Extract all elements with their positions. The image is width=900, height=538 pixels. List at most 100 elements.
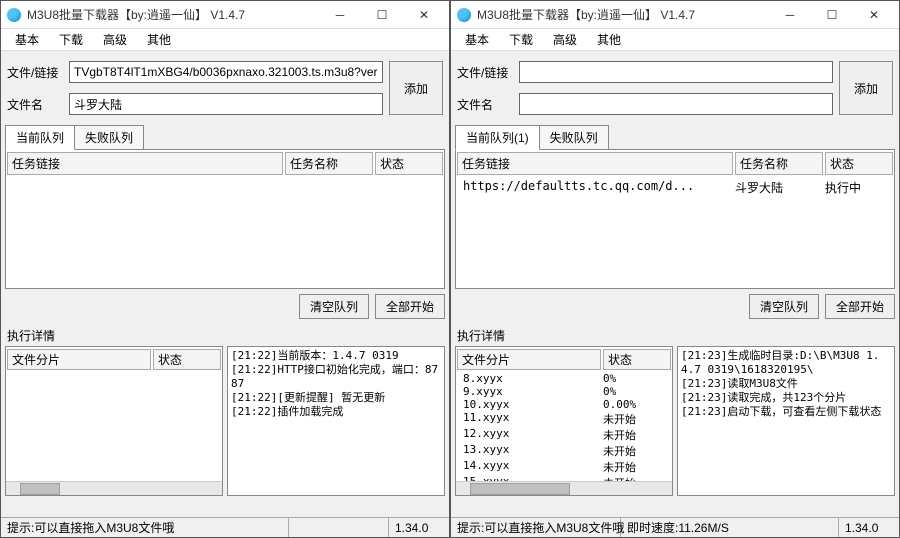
parts-cell-name: 12.xyyx [459, 427, 599, 443]
parts-row[interactable]: 13.xyyx未开始 [459, 443, 669, 459]
detail-panel: 文件分片 状态 [21:22]当前版本：1.4.7 0319 [21:22]HT… [5, 346, 445, 496]
window-title: M3U8批量下载器【by:逍遥一仙】 V1.4.7 [477, 6, 769, 23]
queue-body [6, 177, 444, 288]
horizontal-scrollbar[interactable] [456, 481, 672, 495]
add-button[interactable]: 添加 [839, 61, 893, 115]
parts-row[interactable]: 11.xyyx未开始 [459, 411, 669, 427]
label-file-name: 文件名 [457, 96, 513, 113]
statusbar: 提示:可以直接拖入M3U8文件哦 1.34.0 [1, 517, 449, 537]
menu-download[interactable]: 下载 [499, 29, 543, 50]
window-left: M3U8批量下载器【by:逍遥一仙】 V1.4.7 ─ ☐ ✕ 基本 下载 高级… [0, 0, 450, 538]
start-all-button[interactable]: 全部开始 [825, 294, 895, 319]
parts-cell-name: 8.xyyx [459, 372, 599, 385]
close-button[interactable]: ✕ [853, 2, 895, 28]
clear-queue-button[interactable]: 清空队列 [749, 294, 819, 319]
app-icon [457, 8, 471, 22]
close-button[interactable]: ✕ [403, 2, 445, 28]
url-input[interactable] [519, 61, 833, 83]
label-file-name: 文件名 [7, 96, 63, 113]
start-all-button[interactable]: 全部开始 [375, 294, 445, 319]
menu-other[interactable]: 其他 [587, 29, 631, 50]
menu-other[interactable]: 其他 [137, 29, 181, 50]
filename-input[interactable] [519, 93, 833, 115]
tab-current-queue[interactable]: 当前队列 [5, 125, 75, 150]
queue-buttons: 清空队列 全部开始 [1, 290, 449, 323]
parts-header: 文件分片 状态 [456, 347, 672, 372]
queue-buttons: 清空队列 全部开始 [451, 290, 899, 323]
statusbar: 提示:可以直接拖入M3U8文件哦 即时速度:11.26M/S 1.34.0 [451, 517, 899, 537]
parts-row[interactable]: 8.xyyx0% [459, 372, 669, 385]
queue-row[interactable]: https://defaultts.tc.qq.com/d...斗罗大陆执行中 [459, 177, 891, 198]
menu-advanced[interactable]: 高级 [93, 29, 137, 50]
label-file-link: 文件/链接 [7, 64, 63, 81]
menubar: 基本 下载 高级 其他 [451, 29, 899, 51]
input-form: 文件/链接 添加 文件名 [1, 51, 449, 121]
url-input[interactable] [69, 61, 383, 83]
scrollbar-thumb[interactable] [20, 483, 60, 495]
queue-tabs: 当前队列(1) 失败队列 [451, 125, 899, 150]
col-status: 状态 [825, 152, 893, 175]
parts-box: 文件分片 状态 [5, 346, 223, 496]
parts-body: 8.xyyx0%9.xyyx0%10.xyyx0.00%11.xyyx未开始12… [456, 372, 672, 481]
tab-failed-queue[interactable]: 失败队列 [74, 125, 144, 150]
window-controls: ─ ☐ ✕ [769, 2, 895, 28]
parts-cell-status: 0% [599, 372, 669, 385]
col-file-parts: 文件分片 [457, 349, 601, 370]
menu-advanced[interactable]: 高级 [543, 29, 587, 50]
parts-cell-status: 0.00% [599, 398, 669, 411]
queue-header: 任务链接 任务名称 状态 [456, 150, 894, 177]
horizontal-scrollbar[interactable] [6, 481, 222, 495]
maximize-button[interactable]: ☐ [361, 2, 403, 28]
exec-details-label: 执行详情 [1, 323, 449, 346]
detail-panel: 文件分片 状态 8.xyyx0%9.xyyx0%10.xyyx0.00%11.x… [455, 346, 895, 496]
maximize-button[interactable]: ☐ [811, 2, 853, 28]
parts-row[interactable]: 14.xyyx未开始 [459, 459, 669, 475]
col-parts-status: 状态 [603, 349, 671, 370]
window-right: M3U8批量下载器【by:逍遥一仙】 V1.4.7 ─ ☐ ✕ 基本 下载 高级… [450, 0, 900, 538]
menu-basic[interactable]: 基本 [5, 29, 49, 50]
parts-cell-name: 11.xyyx [459, 411, 599, 427]
parts-cell-name: 14.xyyx [459, 459, 599, 475]
queue-cell-link: https://defaultts.tc.qq.com/d... [459, 177, 731, 198]
menubar: 基本 下载 高级 其他 [1, 29, 449, 51]
minimize-button[interactable]: ─ [319, 2, 361, 28]
parts-cell-name: 13.xyyx [459, 443, 599, 459]
log-box: [21:22]当前版本：1.4.7 0319 [21:22]HTTP接口初始化完… [227, 346, 445, 496]
queue-header: 任务链接 任务名称 状态 [6, 150, 444, 177]
parts-row[interactable]: 10.xyyx0.00% [459, 398, 669, 411]
log-box: [21:23]生成临时目录:D:\B\M3U8 1.4.7 0319\16183… [677, 346, 895, 496]
queue-body: https://defaultts.tc.qq.com/d...斗罗大陆执行中 [456, 177, 894, 288]
queue-tabs: 当前队列 失败队列 [1, 125, 449, 150]
titlebar: M3U8批量下载器【by:逍遥一仙】 V1.4.7 ─ ☐ ✕ [1, 1, 449, 29]
titlebar: M3U8批量下载器【by:逍遥一仙】 V1.4.7 ─ ☐ ✕ [451, 1, 899, 29]
queue-panel: 任务链接 任务名称 状态 [5, 149, 445, 289]
parts-header: 文件分片 状态 [6, 347, 222, 372]
menu-basic[interactable]: 基本 [455, 29, 499, 50]
parts-row[interactable]: 12.xyyx未开始 [459, 427, 669, 443]
add-button[interactable]: 添加 [389, 61, 443, 115]
scrollbar-thumb[interactable] [470, 483, 570, 495]
col-task-link: 任务链接 [457, 152, 733, 175]
parts-cell-name: 10.xyyx [459, 398, 599, 411]
tab-failed-queue[interactable]: 失败队列 [539, 125, 609, 150]
status-tip: 提示:可以直接拖入M3U8文件哦 [451, 518, 621, 537]
clear-queue-button[interactable]: 清空队列 [299, 294, 369, 319]
menu-download[interactable]: 下载 [49, 29, 93, 50]
status-speed [289, 518, 389, 537]
status-speed: 即时速度:11.26M/S [621, 518, 839, 537]
col-task-link: 任务链接 [7, 152, 283, 175]
status-tip: 提示:可以直接拖入M3U8文件哦 [1, 518, 289, 537]
input-form: 文件/链接 添加 文件名 [451, 51, 899, 121]
tab-current-queue[interactable]: 当前队列(1) [455, 125, 540, 150]
minimize-button[interactable]: ─ [769, 2, 811, 28]
parts-cell-status: 未开始 [599, 427, 669, 443]
parts-cell-status: 未开始 [599, 459, 669, 475]
parts-row[interactable]: 9.xyyx0% [459, 385, 669, 398]
window-title: M3U8批量下载器【by:逍遥一仙】 V1.4.7 [27, 6, 319, 23]
queue-cell-status: 执行中 [821, 177, 891, 198]
filename-input[interactable] [69, 93, 383, 115]
parts-body [6, 372, 222, 481]
parts-cell-name: 9.xyyx [459, 385, 599, 398]
status-version: 1.34.0 [389, 518, 449, 537]
status-version: 1.34.0 [839, 518, 899, 537]
